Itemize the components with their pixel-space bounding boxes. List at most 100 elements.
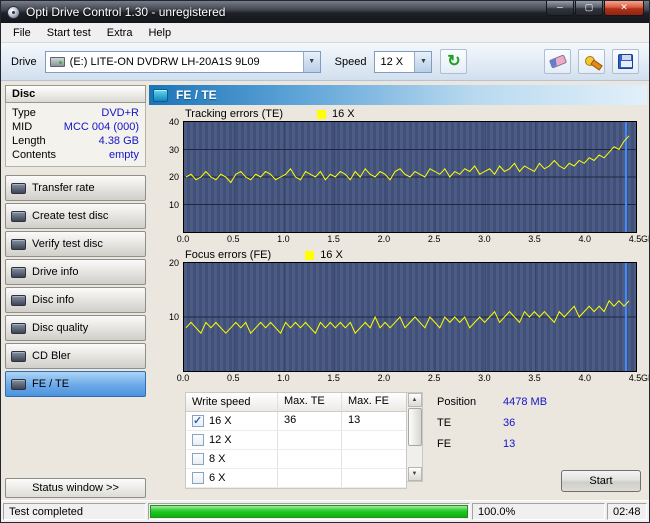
x-axis-unit: GB — [641, 373, 649, 383]
max-fe-value — [342, 450, 406, 468]
sidebar-item-drive-info[interactable]: Drive info — [5, 259, 146, 285]
y-tick-label: 30 — [168, 144, 179, 155]
save-results-button[interactable] — [612, 49, 639, 74]
sidebar-item-fe-te[interactable]: FE / TE — [5, 371, 146, 397]
tools-icon — [584, 55, 600, 69]
scroll-up-icon[interactable] — [407, 393, 422, 407]
sidebar-item-label: Drive info — [32, 266, 79, 278]
sidebar-item-create-test-disc[interactable]: Create test disc — [5, 203, 146, 229]
drive-select[interactable]: (E:) LITE-ON DVDRW LH-20A1S 9L09 — [44, 50, 321, 73]
table-row: 6 X — [186, 469, 406, 488]
x-tick-label: 0.5 — [226, 373, 240, 383]
progress-percent: 100.0% — [472, 503, 605, 520]
bottom-region: Write speed Max. TE Max. FE 16 X 36 13 1… — [185, 392, 647, 492]
chevron-down-icon[interactable] — [414, 51, 432, 72]
menu-help[interactable]: Help — [140, 24, 179, 42]
y-tick-label: 10 — [168, 199, 179, 210]
status-window-button[interactable]: Status window >> — [5, 478, 146, 498]
col-write-speed: Write speed — [186, 393, 278, 411]
sidebar-item-disc-quality[interactable]: Disc quality — [5, 315, 146, 341]
drive-info-icon — [11, 266, 26, 278]
col-max-fe: Max. FE — [348, 395, 389, 407]
refresh-drives-button[interactable] — [440, 49, 468, 74]
scroll-down-icon[interactable] — [407, 467, 422, 481]
sidebar: Disc Type DVD+R MID MCC 004 (000) Length… — [5, 85, 146, 498]
speed-select-value: 12 X — [380, 55, 404, 68]
te-readout: TE 36 — [437, 417, 647, 429]
refresh-icon — [447, 54, 460, 70]
scrollbar-thumb[interactable] — [407, 408, 422, 446]
fe-value: 13 — [503, 438, 516, 450]
max-fe-value: 13 — [348, 414, 361, 426]
disc-info-panel: Type DVD+R MID MCC 004 (000) Length 4.38… — [5, 103, 146, 167]
fe-plot-area — [183, 262, 637, 372]
write-speed-value: 16 X — [209, 415, 232, 427]
position-readout: Position 4478 MB — [437, 396, 647, 408]
progress-fill — [150, 505, 468, 518]
x-tick-label: 3.5 — [528, 373, 541, 383]
max-fe-value — [342, 431, 406, 449]
x-tick-label: 4.0 — [578, 373, 592, 383]
maximize-button[interactable] — [575, 1, 603, 16]
disc-info-row-mid: MID MCC 004 (000) — [6, 120, 145, 134]
fe-te-header-icon — [153, 88, 168, 102]
fe-y-axis-labels: 10 20 — [149, 258, 183, 370]
options-button[interactable] — [578, 49, 605, 74]
fe-x-axis-labels: 0.00.51.01.52.02.53.03.54.04.5GB — [177, 372, 649, 385]
fe-legend-label: 16 X — [320, 249, 343, 261]
te-label: TE — [437, 417, 452, 429]
sidebar-item-label: Create test disc — [32, 210, 109, 222]
sidebar-item-transfer-rate[interactable]: Transfer rate — [5, 175, 146, 201]
erase-disc-button[interactable] — [544, 49, 571, 74]
disc-length-label: Length — [12, 135, 46, 147]
write-speed-checkbox[interactable] — [192, 472, 204, 484]
drive-label: Drive — [11, 55, 37, 68]
close-button[interactable] — [604, 1, 644, 16]
fe-readout: FE 13 — [437, 438, 647, 450]
te-y-axis-labels: 10 20 30 40 — [149, 117, 183, 231]
write-speed-checkbox[interactable] — [192, 414, 204, 427]
write-speed-value: 12 X — [209, 434, 232, 446]
x-tick-label: 2.0 — [377, 234, 391, 244]
x-tick-label: 1.5 — [327, 234, 340, 244]
te-x-axis-labels: 0.00.51.01.52.02.53.03.54.04.5GB — [177, 233, 649, 246]
disc-info-icon — [11, 294, 26, 306]
y-tick-label: 20 — [168, 172, 179, 182]
menu-file[interactable]: File — [5, 24, 39, 42]
menu-start-test[interactable]: Start test — [39, 24, 99, 42]
table-scrollbar[interactable] — [407, 392, 423, 482]
sidebar-item-verify-test-disc[interactable]: Verify test disc — [5, 231, 146, 257]
disc-contents-label: Contents — [12, 149, 57, 161]
menu-extra[interactable]: Extra — [99, 24, 141, 42]
fe-te-icon — [11, 378, 26, 390]
max-te-value — [278, 469, 342, 487]
legend-swatch-icon — [305, 250, 315, 260]
minimize-button[interactable] — [546, 1, 574, 16]
max-te-value — [278, 450, 342, 468]
sidebar-item-disc-info[interactable]: Disc info — [5, 287, 146, 313]
start-button[interactable]: Start — [561, 470, 641, 492]
speed-select[interactable]: 12 X — [374, 50, 433, 73]
disc-length-value: 4.38 GB — [98, 135, 139, 147]
toolbar: Drive (E:) LITE-ON DVDRW LH-20A1S 9L09 S… — [1, 43, 649, 81]
x-axis-unit: GB — [641, 234, 649, 244]
x-tick-label: 1.5 — [327, 373, 340, 383]
position-label: Position — [437, 396, 477, 408]
save-icon — [618, 54, 633, 69]
chevron-down-icon[interactable] — [302, 51, 320, 72]
sidebar-item-cd-bler[interactable]: CD Bler — [5, 343, 146, 369]
te-legend-label: 16 X — [332, 108, 355, 120]
x-tick-label: 0.0 — [176, 373, 190, 383]
te-chart-title-row: Tracking errors (TE) 16 X — [185, 107, 647, 121]
x-tick-label: 0.0 — [176, 234, 190, 244]
write-speed-value: 8 X — [209, 453, 226, 465]
x-tick-label: 2.0 — [377, 373, 391, 383]
window-controls — [546, 1, 644, 16]
write-speed-checkbox[interactable] — [192, 453, 204, 465]
table-header: Write speed Max. TE Max. FE — [186, 393, 406, 412]
x-tick-label: 3.5 — [528, 234, 541, 244]
max-fe-value — [342, 469, 406, 487]
write-speed-checkbox[interactable] — [192, 434, 204, 446]
x-tick-label: 2.5 — [427, 234, 441, 244]
disc-info-row-contents: Contents empty — [6, 148, 145, 162]
